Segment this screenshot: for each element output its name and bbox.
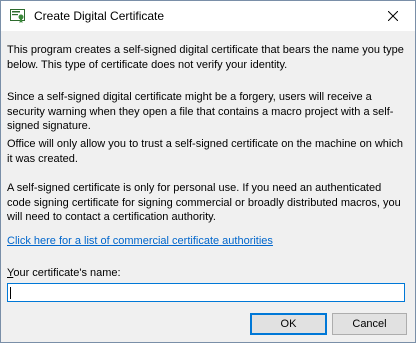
dialog-title: Create Digital Certificate xyxy=(34,9,165,23)
text-caret xyxy=(10,287,11,299)
ok-button[interactable]: OK xyxy=(250,313,327,335)
personal-use-paragraph: A self-signed certificate is only for pe… xyxy=(7,182,401,223)
certificate-icon xyxy=(10,9,25,23)
close-button[interactable] xyxy=(370,1,415,31)
certificate-name-input[interactable] xyxy=(7,283,405,302)
forgery-warning-paragraph: Since a self-signed digital certificate … xyxy=(7,91,394,132)
create-certificate-dialog: Create Digital Certificate This program … xyxy=(0,0,416,343)
label-text: our certificate's name: xyxy=(13,267,121,279)
trust-paragraph: Office will only allow you to trust a se… xyxy=(7,138,403,165)
close-icon xyxy=(387,11,398,21)
intro-paragraph: This program creates a self-signed digit… xyxy=(7,44,404,71)
title-bar[interactable]: Create Digital Certificate xyxy=(1,1,415,31)
certificate-authorities-link[interactable]: Click here for a list of commercial cert… xyxy=(7,235,273,247)
cancel-button[interactable]: Cancel xyxy=(332,313,407,335)
certificate-name-label: Your certificate's name: xyxy=(7,267,121,279)
dialog-body: This program creates a self-signed digit… xyxy=(1,31,415,342)
